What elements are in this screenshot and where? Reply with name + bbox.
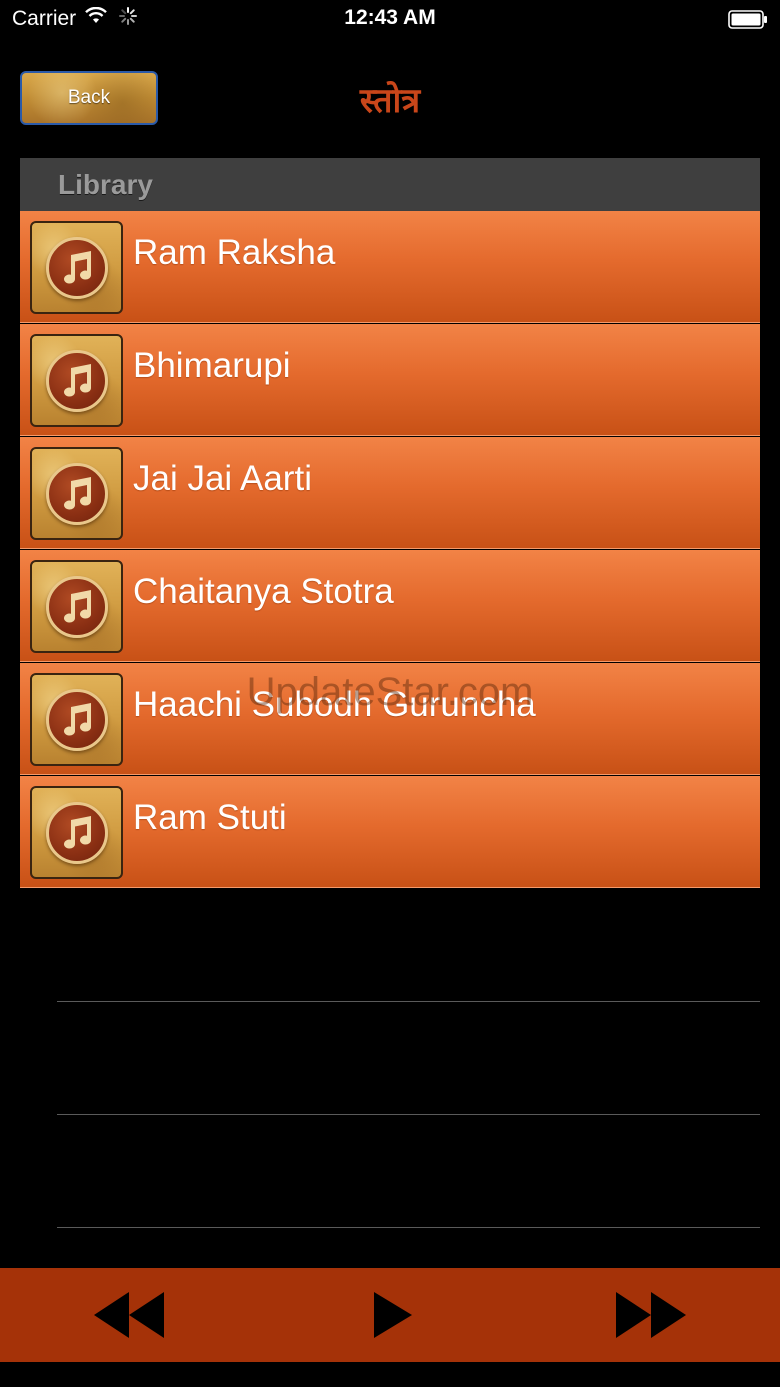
track-title: Ram Stuti (133, 798, 287, 837)
music-note-icon (30, 334, 123, 427)
track-row-haachi-subodh-guruncha[interactable]: Haachi Subodh Guruncha (20, 663, 760, 775)
track-title: Haachi Subodh Guruncha (133, 685, 536, 724)
music-note-icon (30, 221, 123, 314)
music-note-icon (30, 447, 123, 540)
status-bar: Carrier 12:43 AM (0, 0, 780, 40)
track-title: Bhimarupi (133, 346, 291, 385)
music-note-icon (30, 786, 123, 879)
play-icon[interactable] (372, 1290, 414, 1340)
battery-full-icon (728, 10, 768, 29)
music-note-icon (30, 560, 123, 653)
library-section-header: Library (20, 158, 760, 211)
track-row-ram-stuti[interactable]: Ram Stuti (20, 776, 760, 888)
empty-row (57, 1115, 760, 1228)
fast-forward-icon[interactable] (614, 1290, 688, 1340)
track-row-bhimarupi[interactable]: Bhimarupi (20, 324, 760, 436)
empty-row (57, 1002, 760, 1115)
empty-row (57, 889, 760, 1002)
empty-table-rows (0, 889, 780, 1228)
track-title: Jai Jai Aarti (133, 459, 312, 498)
music-note-icon (30, 673, 123, 766)
rewind-icon[interactable] (92, 1290, 166, 1340)
track-row-ram-raksha[interactable]: Ram Raksha (20, 211, 760, 323)
track-title: Ram Raksha (133, 233, 336, 272)
page-title: स्तोत्र (359, 81, 421, 121)
track-title: Chaitanya Stotra (133, 572, 394, 611)
track-row-chaitanya-stotra[interactable]: Chaitanya Stotra (20, 550, 760, 662)
player-controls (0, 1268, 780, 1362)
status-time: 12:43 AM (344, 6, 436, 29)
track-list: Ram Raksha Bhimarupi Jai Jai Aarti Chait… (20, 211, 760, 889)
track-row-jai-jai-aarti[interactable]: Jai Jai Aarti (20, 437, 760, 549)
